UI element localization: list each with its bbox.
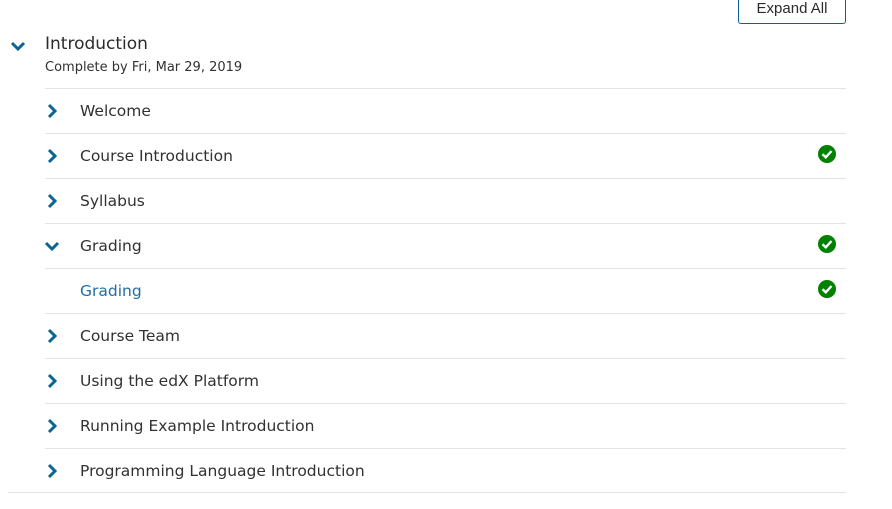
subsection-syllabus[interactable]: Syllabus — [45, 178, 846, 223]
expand-all-button[interactable]: Expand All — [738, 0, 846, 24]
section-title[interactable]: Introduction — [45, 34, 148, 54]
chevron-right-icon — [44, 418, 60, 434]
check-circle-icon — [818, 235, 836, 253]
check-circle-icon — [818, 280, 836, 298]
chevron-right-icon — [44, 193, 60, 209]
subsection-label: Syllabus — [80, 192, 145, 210]
check-circle-icon — [818, 145, 836, 163]
subsection-label: Running Example Introduction — [80, 417, 315, 435]
subsection-label: Programming Language Introduction — [80, 462, 365, 480]
chevron-right-icon — [44, 148, 60, 164]
subsection-grading[interactable]: Grading — [44, 223, 846, 268]
unit-grading[interactable]: Grading — [45, 268, 846, 313]
chevron-down-icon — [44, 238, 60, 254]
subsection-label: Grading — [80, 237, 142, 255]
subsection-label: Course Team — [80, 327, 181, 345]
subsection-label: Course Introduction — [80, 147, 233, 165]
chevron-right-icon — [44, 373, 60, 389]
chevron-right-icon — [44, 328, 60, 344]
chevron-right-icon — [44, 463, 60, 479]
section-divider — [8, 492, 846, 493]
subsection-programming-language[interactable]: Programming Language Introduction — [45, 448, 846, 493]
subsection-label: Welcome — [80, 102, 151, 120]
unit-link[interactable]: Grading — [80, 269, 142, 313]
section-due-date: Complete by Fri, Mar 29, 2019 — [45, 60, 243, 75]
chevron-down-icon[interactable] — [10, 38, 26, 54]
subsection-label: Using the edX Platform — [80, 372, 259, 390]
subsection-welcome[interactable]: Welcome — [45, 88, 846, 133]
subsection-course-team[interactable]: Course Team — [45, 313, 846, 358]
subsection-course-introduction[interactable]: Course Introduction — [45, 133, 846, 178]
subsection-using-edx-platform[interactable]: Using the edX Platform — [45, 358, 846, 403]
chevron-right-icon — [44, 103, 60, 119]
subsection-running-example[interactable]: Running Example Introduction — [45, 403, 846, 448]
